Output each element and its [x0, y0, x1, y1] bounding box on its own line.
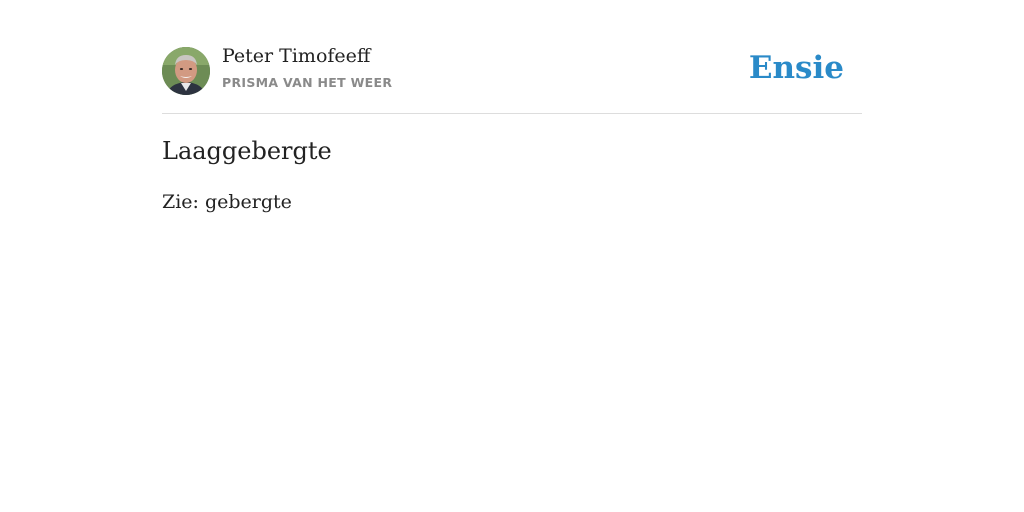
page-content: Peter Timofeeff PRISMA VAN HET WEER Ensi…	[162, 0, 862, 213]
author-name[interactable]: Peter Timofeeff	[222, 45, 370, 67]
entry-title: Laaggebergte	[162, 137, 332, 165]
author-avatar[interactable]	[162, 47, 210, 95]
author-header: Peter Timofeeff PRISMA VAN HET WEER Ensi…	[162, 0, 862, 114]
entry-text: Zie: gebergte	[162, 191, 292, 213]
avatar-portrait-image	[162, 47, 210, 95]
ensie-logo-link[interactable]: Ensie	[749, 50, 844, 86]
author-source[interactable]: PRISMA VAN HET WEER	[222, 75, 392, 90]
